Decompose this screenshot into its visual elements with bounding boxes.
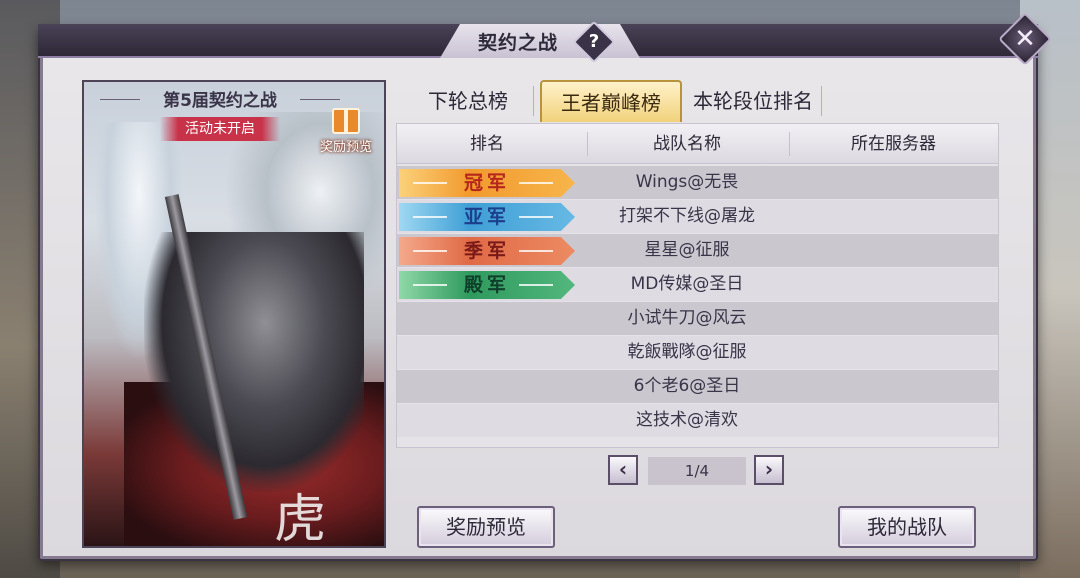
team-name: 这技术@清欢 (636, 410, 738, 430)
table-row[interactable]: 亚军 打架不下线@屠龙 (397, 200, 998, 233)
badge-ornament (519, 284, 553, 286)
next-page-button[interactable]: › (754, 455, 784, 485)
team-name: 打架不下线@屠龙 (619, 206, 755, 226)
table-row[interactable]: 6个老6@圣日 (397, 370, 998, 403)
fourth-place-badge: 殿军 (399, 271, 575, 299)
event-status-badge: 活动未开启 (160, 117, 280, 141)
table-header: 排名 战队名称 所在服务器 (397, 124, 998, 164)
table-row[interactable]: 殿军 MD传媒@圣日 (397, 268, 998, 301)
tab-round-tier-rank[interactable]: 本轮段位排名 (686, 80, 820, 122)
tab-divider (533, 86, 534, 116)
champion-badge: 冠军 (399, 169, 575, 197)
reward-preview-gift[interactable]: 奖励预览 (310, 108, 382, 158)
page-indicator: 1/4 (648, 457, 746, 485)
badge-ornament (519, 250, 553, 252)
table-row[interactable]: 季军 星星@征服 (397, 234, 998, 267)
tab-king-peak[interactable]: 王者巅峰榜 (540, 80, 682, 122)
team-name: 6个老6@圣日 (633, 376, 741, 396)
chevron-right-icon: › (764, 457, 774, 481)
reward-preview-button[interactable]: 奖励预览 (417, 506, 555, 548)
close-icon: ✕ (1014, 24, 1036, 54)
third-place-badge: 季军 (399, 237, 575, 265)
gift-label: 奖励预览 (319, 140, 372, 155)
team-name: 小试牛刀@风云 (627, 308, 747, 328)
tab-next-round-overall[interactable]: 下轮总榜 (408, 80, 528, 122)
chevron-left-icon: ‹ (618, 457, 628, 481)
runner-up-badge: 亚军 (399, 203, 575, 231)
window-title: 契约之战 (478, 32, 559, 54)
prev-page-button[interactable]: ‹ (608, 455, 638, 485)
season-title: 第5届契约之战 (100, 86, 340, 114)
table-row[interactable]: 小试牛刀@风云 (397, 302, 998, 335)
table-row[interactable]: 乾飯戰隊@征服 (397, 336, 998, 369)
question-icon: ? (588, 31, 600, 52)
team-name: MD传媒@圣日 (630, 274, 744, 294)
my-team-button[interactable]: 我的战队 (838, 506, 976, 548)
tiger-warrior-illustration (144, 232, 364, 492)
table-row[interactable]: 这技术@清欢 (397, 404, 998, 437)
ranking-table: 排名 战队名称 所在服务器 冠军 Wings@无畏 亚军 打架不下线@屠龙 季军… (396, 123, 999, 448)
tab-divider (821, 86, 822, 116)
header-rank: 排名 (470, 134, 504, 154)
table-row[interactable]: 冠军 Wings@无畏 (397, 166, 998, 199)
tiger-glyph: 虎 (274, 490, 327, 548)
team-name: 星星@征服 (644, 240, 730, 260)
gift-icon (332, 108, 360, 134)
badge-ornament (519, 182, 553, 184)
team-name: Wings@无畏 (635, 172, 739, 192)
header-team-name: 战队名称 (653, 134, 721, 154)
header-server: 所在服务器 (851, 134, 936, 154)
team-name: 乾飯戰隊@征服 (627, 342, 747, 362)
badge-ornament (519, 216, 553, 218)
